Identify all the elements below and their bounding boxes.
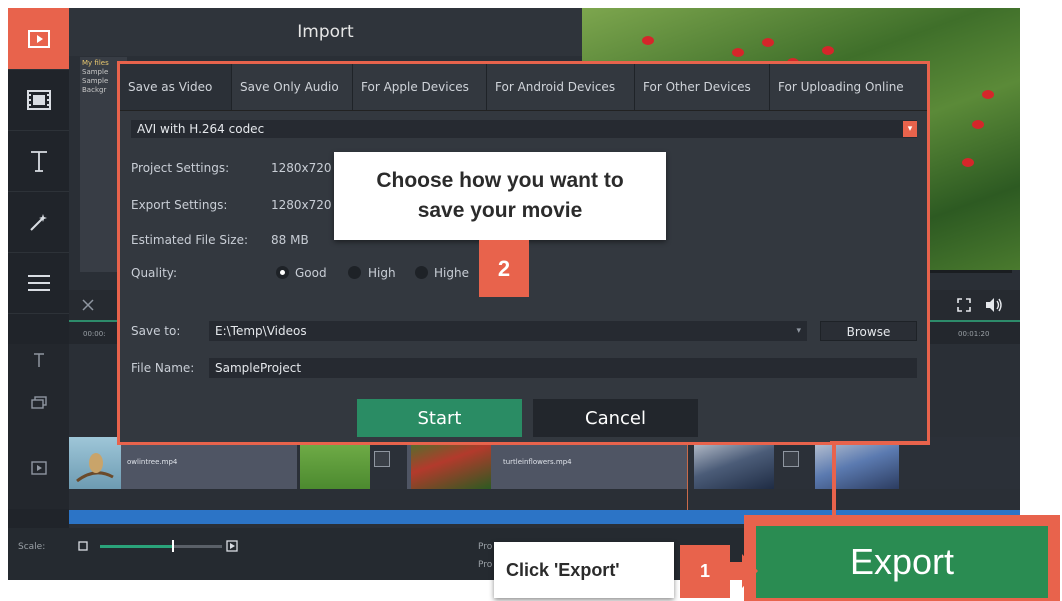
file-size-label: Estimated File Size: — [131, 233, 249, 247]
connector-line — [832, 441, 836, 518]
clip-thumbnail — [69, 437, 121, 489]
quality-option-label: Highe — [434, 266, 469, 280]
step-number: 1 — [699, 561, 710, 581]
tab-save-only-audio[interactable]: Save Only Audio — [232, 64, 353, 110]
overlay-track-icon — [31, 396, 47, 409]
export-settings-label: Export Settings: — [131, 198, 228, 212]
tab-uploading-online[interactable]: For Uploading Online — [770, 64, 927, 110]
quality-label: Quality: — [131, 266, 178, 280]
format-value: AVI with H.264 codec — [137, 122, 265, 136]
panel-title: Import — [297, 22, 354, 42]
video-track-icon — [31, 461, 47, 475]
export-label: Export — [849, 541, 955, 582]
owl-thumbnail-icon — [76, 453, 114, 483]
ruler-start-time: 00:00: — [83, 330, 106, 338]
start-label: Start — [417, 407, 462, 429]
save-to-label: Save to: — [131, 324, 181, 338]
export-button[interactable]: Export — [756, 526, 1048, 598]
export-settings-value: 1280x720 — [271, 198, 332, 212]
tab-label: Save as Video — [128, 80, 213, 94]
format-select[interactable]: AVI with H.264 codec ▾ — [131, 120, 917, 138]
quality-radio-good[interactable] — [276, 266, 289, 279]
file-name-field[interactable]: SampleProject — [209, 358, 917, 378]
tooltip-line: Click 'Export' — [506, 559, 620, 580]
project-settings-label: Project Settings: — [131, 161, 230, 175]
fullscreen-icon[interactable] — [956, 297, 972, 313]
text-t-icon — [30, 150, 47, 172]
file-size-value: 88 MB — [271, 233, 309, 247]
cancel-button[interactable]: Cancel — [533, 399, 698, 437]
tab-label: For Android Devices — [495, 80, 616, 94]
project-settings-value: 1280x720 — [271, 161, 332, 175]
step-number: 2 — [497, 255, 511, 281]
filmstrip-icon — [26, 89, 51, 110]
preview-seekbar[interactable] — [930, 270, 1012, 273]
sidebar-item-filters[interactable] — [8, 69, 69, 131]
step-badge-2: 2 — [479, 240, 529, 297]
step-badge-1: 1 — [680, 545, 730, 598]
tab-other-devices[interactable]: For Other Devices — [635, 64, 770, 110]
tooltip-click-export: Click 'Export' — [494, 542, 674, 598]
save-to-field[interactable]: E:\Temp\Videos ▾ — [209, 321, 807, 341]
tooltip-choose-format: Choose how you want to save your movie — [334, 152, 666, 240]
project-info-label: Pro — [478, 560, 493, 570]
tab-label: For Apple Devices — [361, 80, 469, 94]
sidebar-item-menu[interactable] — [8, 252, 69, 314]
title-track-icon — [34, 353, 44, 367]
panel-header: Import — [69, 8, 582, 56]
browse-button[interactable]: Browse — [820, 321, 917, 341]
scissors-icon[interactable] — [81, 298, 95, 312]
quality-option-label: High — [368, 266, 396, 280]
hamburger-menu-icon — [27, 274, 50, 291]
start-button[interactable]: Start — [357, 399, 522, 437]
ruler-end-time: 00:01:20 — [958, 330, 990, 338]
project-info-label: Pro — [478, 542, 493, 552]
film-import-icon — [27, 29, 50, 48]
tab-label: For Other Devices — [643, 80, 751, 94]
scale-label: Scale: — [18, 542, 46, 552]
arrow-right-icon — [728, 554, 758, 588]
sidebar-item-tools[interactable] — [8, 191, 69, 253]
chevron-down-icon[interactable]: ▾ — [796, 321, 801, 341]
transition-icon[interactable] — [783, 451, 799, 467]
tab-apple-devices[interactable]: For Apple Devices — [353, 64, 487, 110]
zoom-out-icon[interactable] — [78, 541, 88, 551]
save-to-value: E:\Temp\Videos — [215, 324, 307, 338]
clip-label: owlintree.mp4 — [127, 458, 178, 466]
tooltip-line: save your movie — [417, 199, 583, 222]
magic-wand-icon — [29, 213, 47, 231]
scale-slider-fill — [100, 545, 172, 548]
file-name-value: SampleProject — [215, 361, 302, 375]
chevron-down-icon[interactable]: ▾ — [903, 121, 917, 137]
quality-option-label: Good — [295, 266, 327, 280]
scale-slider-thumb[interactable] — [172, 540, 174, 552]
transition-icon[interactable] — [374, 451, 390, 467]
clip-label: turtleinflowers.mp4 — [503, 458, 572, 466]
export-tabs: Save as Video Save Only Audio For Apple … — [120, 64, 927, 111]
track-headers — [8, 344, 69, 509]
zoom-in-icon[interactable] — [226, 540, 238, 552]
tab-label: Save Only Audio — [240, 80, 339, 94]
connector-line — [830, 441, 930, 444]
tab-save-as-video[interactable]: Save as Video — [120, 64, 232, 110]
quality-radio-highest[interactable] — [415, 266, 428, 279]
sidebar-item-titles[interactable] — [8, 130, 69, 192]
tooltip-line: Choose how you want to — [376, 169, 624, 192]
file-name-label: File Name: — [131, 361, 195, 375]
tab-label: For Uploading Online — [778, 80, 904, 94]
volume-icon[interactable] — [985, 297, 1003, 313]
cancel-label: Cancel — [585, 407, 646, 429]
browse-label: Browse — [846, 325, 891, 339]
sidebar-item-import[interactable] — [8, 8, 69, 70]
tab-android-devices[interactable]: For Android Devices — [487, 64, 635, 110]
scale-slider-track[interactable] — [172, 545, 222, 548]
quality-radio-high[interactable] — [348, 266, 361, 279]
